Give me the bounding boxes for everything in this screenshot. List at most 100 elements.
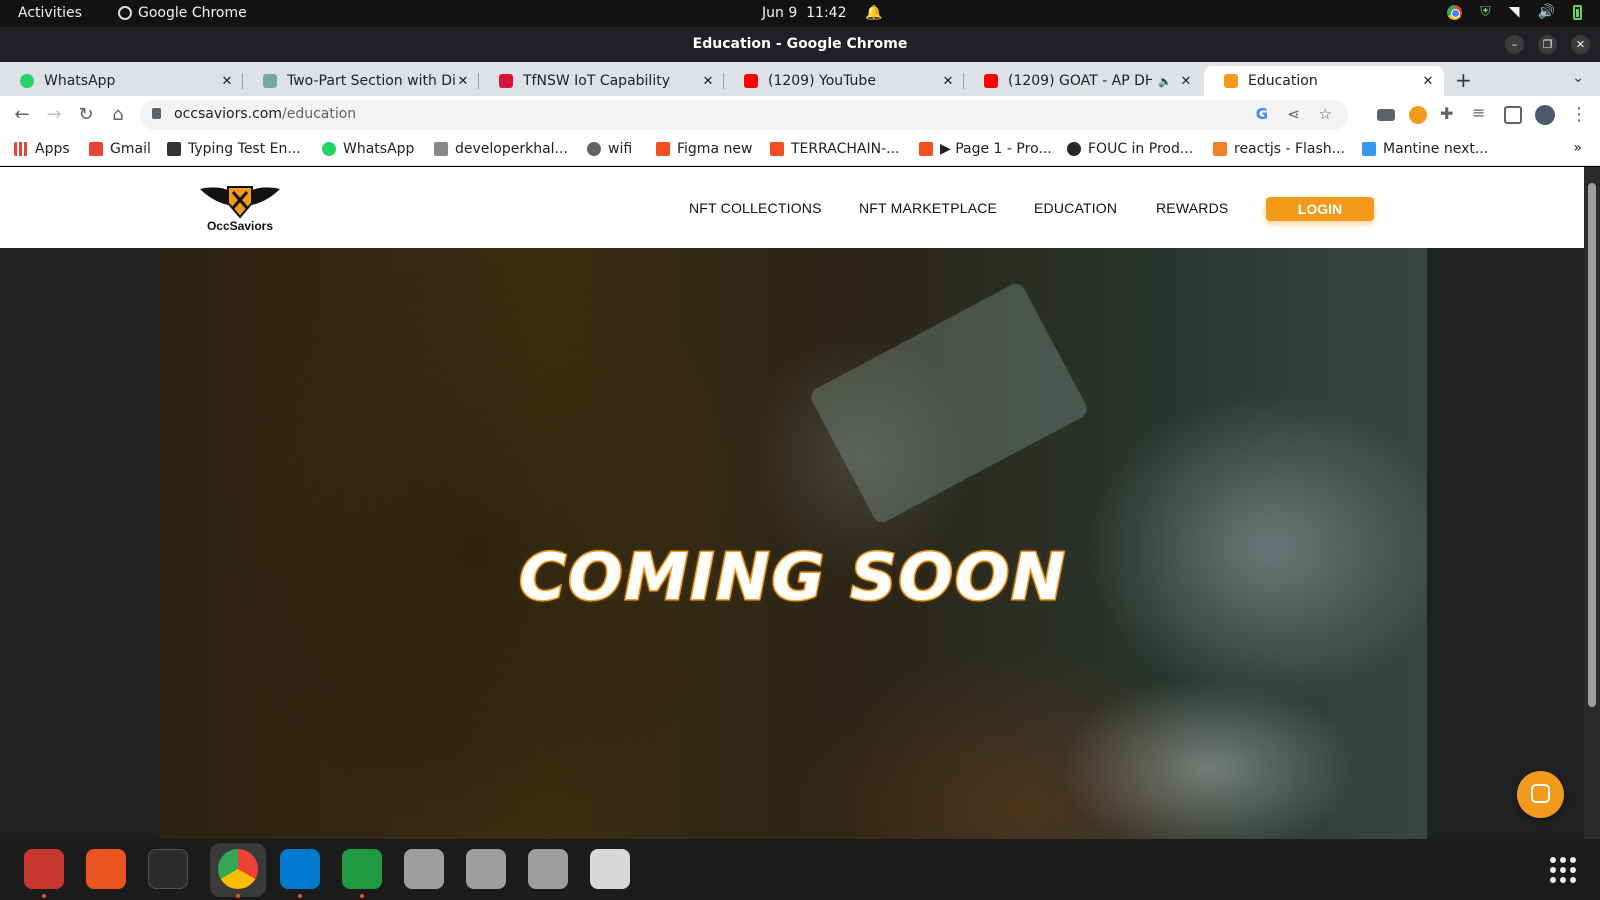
close-tab-icon[interactable]: ✕ [219, 74, 235, 89]
brand-name: OccSaviors [206, 219, 274, 233]
bookmark-wifi[interactable]: wifi [587, 141, 632, 157]
google-lens-icon[interactable]: G [1256, 105, 1268, 123]
close-tab-icon[interactable]: ✕ [1178, 74, 1194, 89]
window-title-bar[interactable]: Education - Google Chrome – ❐ ✕ [0, 27, 1600, 62]
coming-soon-heading: COMING SOON [518, 540, 1067, 617]
close-tab-icon[interactable]: ✕ [1420, 74, 1436, 89]
bookmark-label: Gmail [110, 141, 151, 157]
tab-two-part-section[interactable]: Two-Part Section with Div ✕ [243, 66, 479, 96]
figma-icon [770, 142, 784, 156]
scrollbar-thumb[interactable] [1588, 183, 1596, 707]
extensions-puzzle-icon[interactable]: ✚ [1440, 104, 1458, 123]
bookmark-page-1[interactable]: ▶ Page 1 - Pro... [919, 141, 1052, 157]
site-logo[interactable]: OccSaviors [198, 183, 282, 239]
bookmark-mantine[interactable]: Mantine next... [1362, 141, 1488, 157]
lock-icon[interactable] [152, 108, 161, 119]
bookmark-apps[interactable]: Apps [14, 141, 70, 157]
tab-strip: WhatsApp ✕ Two-Part Section with Div ✕ T… [0, 62, 1600, 96]
profile-avatar[interactable] [1535, 105, 1555, 125]
terminal-icon[interactable] [148, 849, 188, 889]
nav-rewards[interactable]: REWARDS [1156, 200, 1228, 216]
login-button[interactable]: LOGIN [1266, 197, 1374, 221]
bookmark-fouc[interactable]: FOUC in Prod... [1067, 141, 1193, 157]
nav-nft-marketplace[interactable]: NFT MARKETPLACE [859, 200, 997, 216]
vscode-icon[interactable] [280, 849, 320, 898]
tab-whatsapp[interactable]: WhatsApp ✕ [0, 66, 243, 96]
browser-toolbar: ← → ↻ ⌂ occsaviors.com/education G ⋖ ☆ ✚… [0, 96, 1600, 134]
forward-arrow-icon[interactable]: → [43, 104, 65, 125]
clock[interactable]: Jun 9 11:42 🔔 [762, 5, 882, 21]
app-menu[interactable]: Google Chrome [118, 5, 247, 21]
bookmark-label: Mantine next... [1383, 141, 1489, 157]
disc-icon[interactable] [404, 849, 444, 889]
disc-icon[interactable] [528, 849, 568, 889]
close-tab-icon[interactable]: ✕ [940, 74, 956, 89]
chrome-app-icon [118, 6, 132, 20]
shield-icon[interactable]: ⛨ [1480, 4, 1491, 20]
bookmark-reactjs[interactable]: reactjs - Flash... [1213, 141, 1345, 157]
volume-icon[interactable]: 🔊 [1538, 4, 1555, 20]
url-text[interactable]: occsaviors.com/education [174, 106, 356, 122]
bookmark-label: wifi [608, 141, 633, 157]
side-panel-icon[interactable] [1504, 106, 1522, 124]
chrome-icon[interactable] [218, 849, 258, 898]
battery-icon[interactable] [1573, 4, 1582, 20]
nav-education[interactable]: EDUCATION [1034, 200, 1117, 216]
bookmark-star-icon[interactable]: ☆ [1319, 105, 1332, 123]
bookmark-gmail[interactable]: Gmail [89, 141, 151, 157]
gmail-icon [89, 142, 103, 156]
site-header: OccSaviors NFT COLLECTIONS NFT MARKETPLA… [0, 167, 1584, 248]
tab-label: TfNSW IoT Capability [523, 73, 670, 89]
tab-goat-youtube[interactable]: (1209) GOAT - AP DHILL 🔈 ✕ [964, 66, 1202, 96]
whatsapp-icon [20, 74, 34, 88]
home-icon[interactable]: ⌂ [107, 104, 129, 125]
github-icon [1067, 142, 1081, 156]
system-top-bar: Activities Google Chrome Jun 9 11:42 🔔 ⛨… [0, 0, 1600, 27]
kebab-menu-icon[interactable]: ⋮ [1568, 104, 1590, 125]
app-store-icon[interactable] [86, 849, 126, 889]
system-tray[interactable]: ⛨ ◥ 🔊 [1447, 4, 1582, 20]
trash-icon[interactable] [590, 849, 630, 889]
youtube-icon [984, 74, 998, 88]
dock [0, 839, 1600, 900]
extension-card-icon[interactable] [1377, 109, 1395, 121]
figma-icon [919, 142, 933, 156]
minimize-button[interactable]: – [1505, 35, 1524, 54]
bookmark-terrachain[interactable]: TERRACHAIN-... [770, 141, 900, 157]
page-scrollbar[interactable] [1584, 167, 1600, 839]
share-icon[interactable]: ⋖ [1287, 105, 1300, 123]
tab-search-chevron-icon[interactable]: ⌄ [1572, 70, 1584, 86]
maximize-button[interactable]: ❐ [1538, 35, 1557, 54]
nav-nft-collections[interactable]: NFT COLLECTIONS [689, 200, 822, 216]
close-window-button[interactable]: ✕ [1571, 35, 1590, 54]
chrome-tray-icon[interactable] [1447, 4, 1463, 20]
new-tab-plus-icon[interactable]: + [1455, 68, 1472, 92]
tab-tfnsw[interactable]: TfNSW IoT Capability ✕ [479, 66, 724, 96]
bookmark-figma-new[interactable]: Figma new [656, 141, 752, 157]
bookmark-developer[interactable]: developerkhal... [434, 141, 568, 157]
spreadsheet-icon[interactable] [342, 849, 382, 898]
wifi-icon[interactable]: ◥ [1509, 4, 1520, 20]
tab-education[interactable]: Education ✕ [1204, 66, 1444, 96]
back-arrow-icon[interactable]: ← [11, 104, 33, 125]
reload-icon[interactable]: ↻ [75, 104, 97, 125]
notification-bell-icon: 🔔 [864, 5, 883, 21]
show-apps-grid-icon[interactable] [1550, 857, 1576, 883]
more-bookmarks-icon[interactable]: » [1573, 140, 1582, 156]
close-tab-icon[interactable]: ✕ [700, 74, 716, 89]
audio-playing-icon[interactable]: 🔈 [1158, 75, 1172, 88]
close-tab-icon[interactable]: ✕ [455, 74, 471, 89]
tab-youtube[interactable]: (1209) YouTube ✕ [724, 66, 964, 96]
bookmark-label: Apps [35, 141, 70, 157]
files-icon[interactable] [24, 849, 64, 898]
chat-launcher-button[interactable] [1517, 771, 1564, 818]
address-bar[interactable]: occsaviors.com/education G ⋖ ☆ [140, 100, 1348, 130]
bookmark-typing-test[interactable]: Typing Test En... [167, 141, 301, 157]
reading-list-icon[interactable]: ≡ [1472, 103, 1490, 122]
tab-label: (1209) GOAT - AP DHILL [1008, 73, 1153, 89]
tab-label: Two-Part Section with Div [287, 73, 455, 89]
activities-button[interactable]: Activities [18, 5, 82, 21]
disc-icon[interactable] [466, 849, 506, 889]
bookmark-whatsapp[interactable]: WhatsApp [322, 141, 414, 157]
extension-g-icon[interactable] [1409, 106, 1427, 124]
